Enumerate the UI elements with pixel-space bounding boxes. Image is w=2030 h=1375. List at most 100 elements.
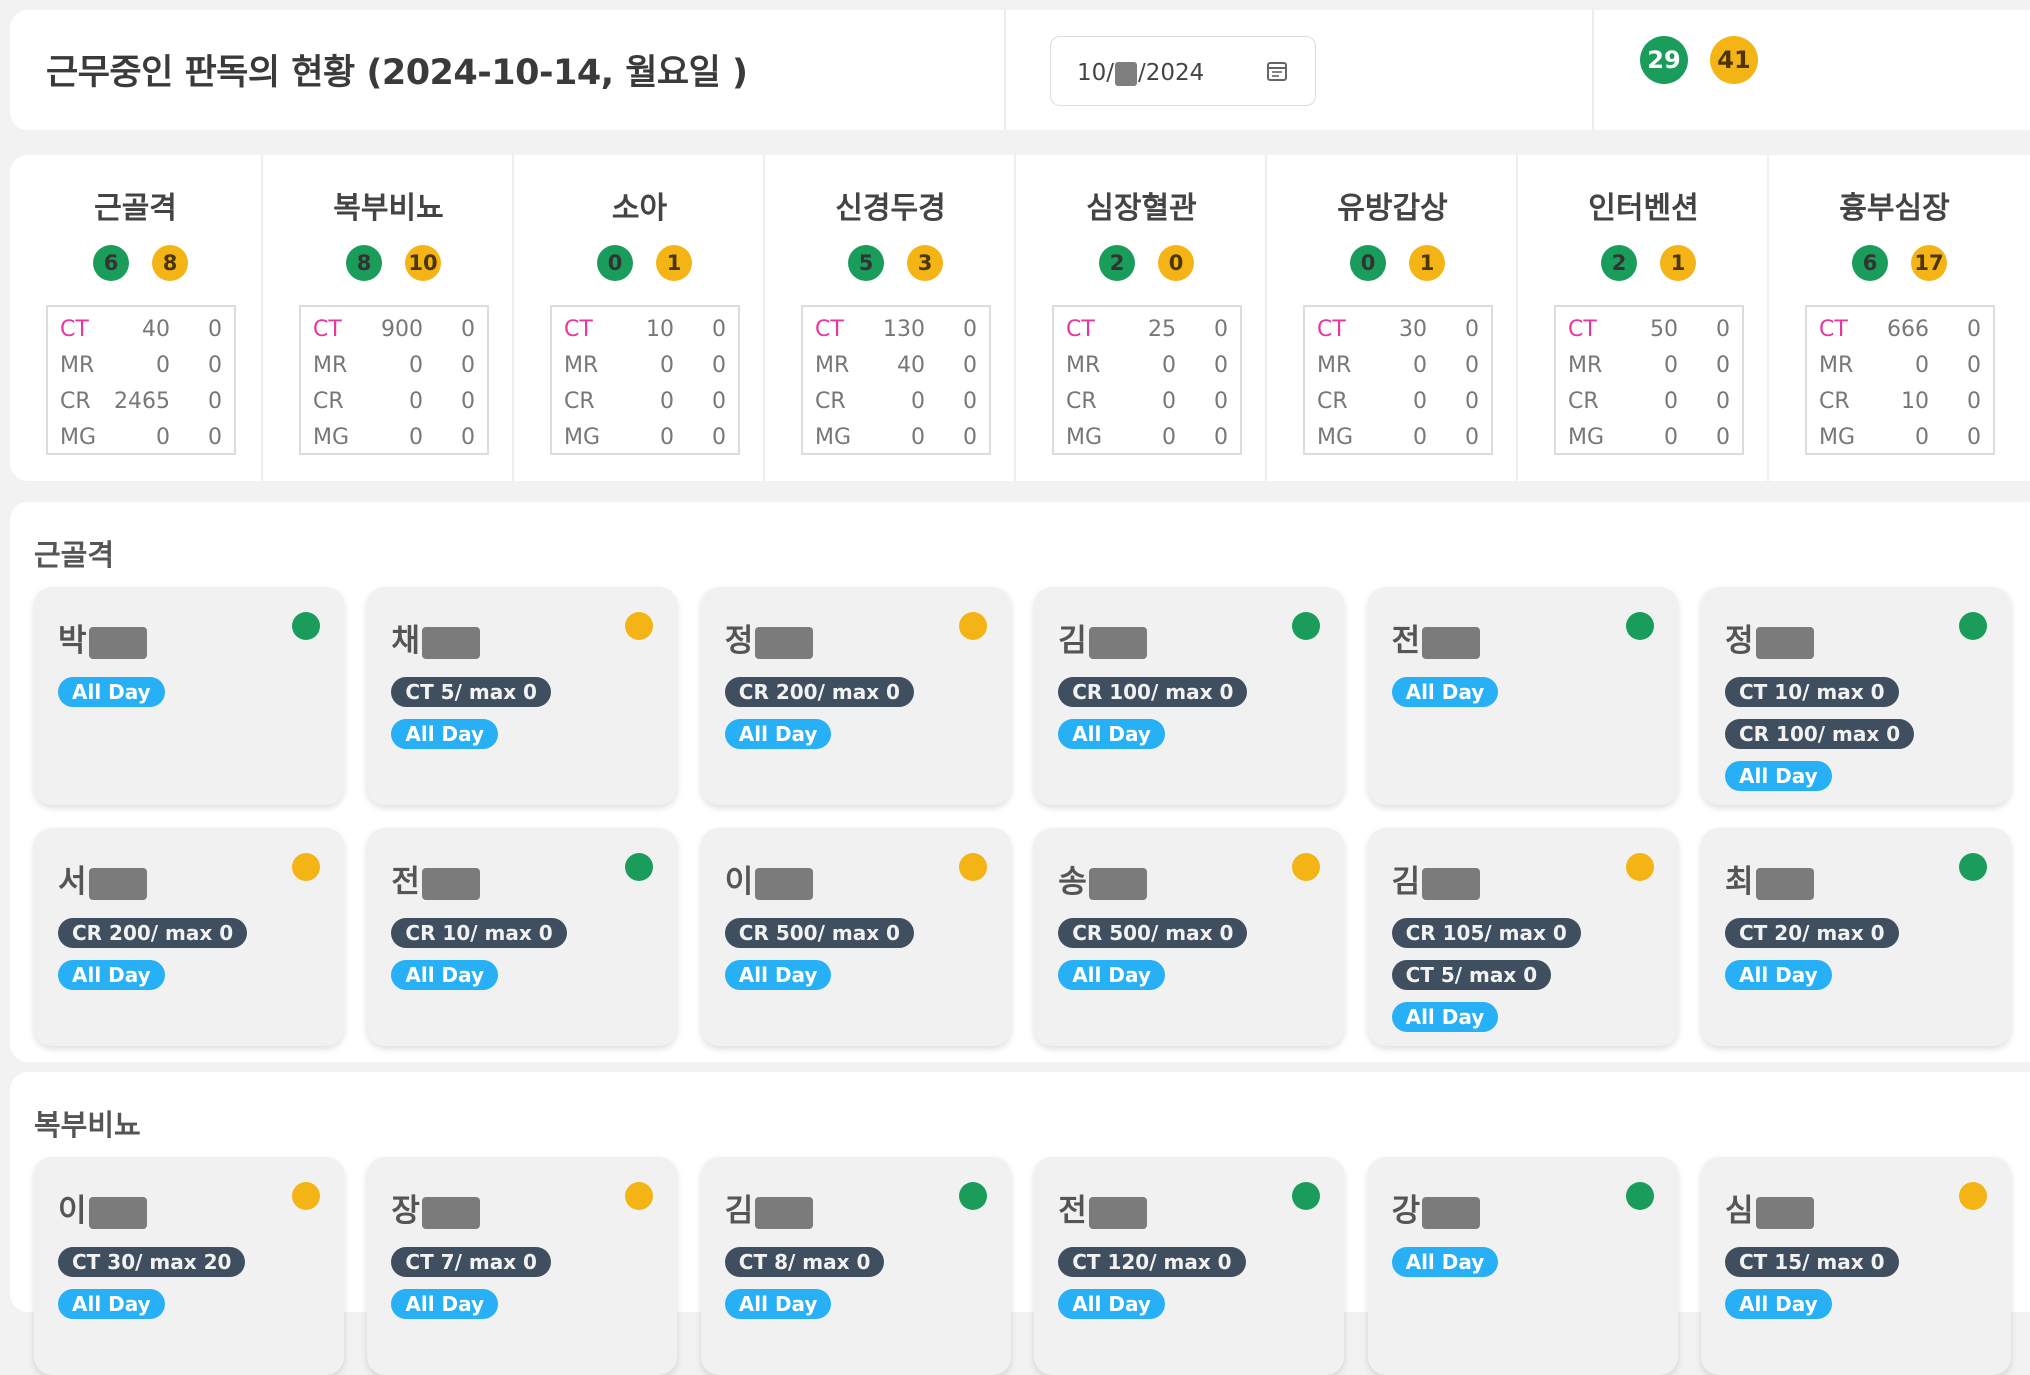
modality-count: 0 — [1915, 353, 1929, 378]
modality-max: 0 — [1967, 425, 1981, 450]
modality-label: MG — [1819, 425, 1856, 450]
radiologist-card[interactable]: 송 CR 500/ max 0 All Day — [1034, 828, 1345, 1046]
modality-max: 0 — [461, 353, 475, 378]
summary-name: 복부비뇨 — [333, 191, 444, 226]
radiologist-card[interactable]: 최 CT 20/ max 0 All Day — [1701, 828, 2011, 1046]
quota-badge: CT 10/ max 0 — [1725, 677, 1899, 707]
radiologist-card[interactable]: 정 CT 10/ max 0 CR 100/ max 0 All Day — [1701, 587, 2011, 805]
modality-label: CT — [564, 317, 593, 342]
radiologist-card[interactable]: 심 CT 15/ max 0 All Day — [1701, 1157, 2011, 1375]
status-dot — [1959, 1182, 1987, 1210]
radiologist-card[interactable]: 이 CT 30/ max 20 All Day — [34, 1157, 344, 1375]
modality-count: 0 — [911, 425, 925, 450]
quota-badge: CT 5/ max 0 — [1391, 960, 1552, 990]
radiologist-card[interactable]: 전 All Day — [1367, 587, 1678, 805]
modality-count: 0 — [1664, 425, 1678, 450]
page-title: 근무중인 판독의 현황 (2024-10-14, 월요일 ) — [46, 53, 748, 93]
radiologist-card[interactable]: 서 CR 200/ max 0 All Day — [34, 828, 344, 1046]
summary-column: 심장혈관 2 0 CT 25 0 MR 0 0 CR 0 0 MG 0 0 — [1014, 155, 1267, 481]
summary-table-row: MG 0 0 — [60, 419, 222, 455]
summary-table-row: CT 25 0 — [1066, 311, 1228, 347]
name-initial: 전 — [1058, 1193, 1087, 1229]
calendar-icon[interactable] — [1265, 59, 1289, 83]
tag-list: CR 105/ max 0 CT 5/ max 0 All Day — [1391, 918, 1654, 1044]
radiologist-card[interactable]: 정 CR 200/ max 0 All Day — [700, 587, 1011, 805]
date-picker[interactable]: 10//2024 — [1050, 36, 1316, 106]
name-initial: 이 — [724, 864, 754, 900]
quota-badge: CR 105/ max 0 — [1391, 918, 1581, 948]
summary-table-row: CT 666 0 — [1819, 311, 1981, 347]
modality-label: MR — [60, 353, 95, 378]
radiologist-card[interactable]: 채 CT 5/ max 0 All Day — [367, 587, 678, 805]
modality-max: 0 — [461, 389, 475, 414]
status-dot — [1625, 612, 1654, 640]
summary-table-row: MR 40 0 — [815, 347, 977, 383]
tag-list: All Day — [1391, 1247, 1654, 1289]
status-dot — [1292, 612, 1321, 640]
modality-max: 0 — [208, 425, 222, 450]
radiologist-card[interactable]: 이 CR 500/ max 0 All Day — [700, 828, 1011, 1046]
modality-count: 0 — [1162, 389, 1176, 414]
summary-yellow-badge: 8 — [152, 245, 188, 281]
status-dot — [292, 612, 320, 640]
name-initial: 김 — [1391, 864, 1421, 900]
radiologist-name: 박 — [58, 615, 147, 660]
redacted-mask — [1115, 61, 1138, 86]
radiologist-card[interactable]: 장 CT 7/ max 0 All Day — [367, 1157, 678, 1375]
radiologist-card[interactable]: 박 All Day — [34, 587, 344, 805]
name-initial: 최 — [1725, 864, 1754, 900]
modality-max: 0 — [1465, 317, 1479, 342]
modality-max: 0 — [712, 317, 726, 342]
summary-table-row: MR 0 0 — [313, 347, 475, 383]
modality-label: CT — [1568, 317, 1597, 342]
modality-count: 0 — [409, 353, 423, 378]
summary-table-row: CR 2465 0 — [60, 383, 222, 419]
all-day-badge: All Day — [391, 1289, 499, 1319]
modality-count: 0 — [1413, 389, 1427, 414]
radiologist-card[interactable]: 전 CR 10/ max 0 All Day — [367, 828, 678, 1046]
summary-table-row: CR 0 0 — [313, 383, 475, 419]
modality-count: 0 — [156, 425, 170, 450]
summary-table-row: MR 0 0 — [1317, 347, 1479, 383]
radiologist-card[interactable]: 강 All Day — [1367, 1157, 1678, 1375]
summary-yellow-badge: 1 — [656, 245, 692, 281]
modality-label: MR — [815, 353, 850, 378]
name-initial: 이 — [58, 1193, 87, 1229]
radiologist-card[interactable]: 전 CT 120/ max 0 All Day — [1034, 1157, 1345, 1375]
modality-count: 666 — [1887, 317, 1929, 342]
modality-max: 0 — [1716, 317, 1730, 342]
tag-list: CR 200/ max 0 All Day — [58, 918, 320, 1002]
summary-table-row: CR 0 0 — [564, 383, 726, 419]
summary-table: CT 666 0 MR 0 0 CR 10 0 MG 0 0 — [1805, 305, 1995, 455]
all-day-badge: All Day — [1058, 719, 1165, 749]
radiologist-card[interactable]: 김 CT 8/ max 0 All Day — [700, 1157, 1011, 1375]
modality-max: 0 — [1214, 425, 1228, 450]
total-yellow-badge: 41 — [1710, 36, 1758, 84]
quota-badge: CT 5/ max 0 — [391, 677, 551, 707]
modality-count: 2465 — [114, 389, 170, 414]
radiologist-card[interactable]: 김 CR 105/ max 0 CT 5/ max 0 All Day — [1367, 828, 1678, 1046]
modality-count: 0 — [1162, 353, 1176, 378]
tag-list: CT 5/ max 0 All Day — [391, 677, 653, 761]
redacted-mask — [421, 626, 480, 659]
modality-max: 0 — [712, 425, 726, 450]
date-value: 10//2024 — [1077, 60, 1205, 86]
modality-max: 0 — [208, 389, 222, 414]
all-day-badge: All Day — [58, 960, 165, 990]
summary-table-row: MG 0 0 — [564, 419, 726, 455]
tag-list: CT 7/ max 0 All Day — [391, 1247, 653, 1331]
redacted-mask — [1422, 867, 1481, 900]
summary-table-row: CR 0 0 — [815, 383, 977, 419]
tag-list: CT 120/ max 0 All Day — [1058, 1247, 1320, 1331]
redacted-mask — [1422, 1196, 1481, 1229]
radiologist-name: 강 — [1392, 1185, 1481, 1230]
radiologist-name: 채 — [391, 615, 480, 660]
summary-name: 흉부심장 — [1839, 191, 1950, 226]
radiologist-card[interactable]: 김 CR 100/ max 0 All Day — [1034, 587, 1345, 805]
status-dot — [1292, 1182, 1321, 1210]
modality-label: CR — [815, 389, 846, 414]
all-day-badge: All Day — [1391, 1002, 1499, 1032]
summary-green-badge: 8 — [346, 245, 382, 281]
summary-column: 유방갑상 0 1 CT 30 0 MR 0 0 CR 0 0 MG 0 0 — [1265, 155, 1518, 481]
status-dot — [292, 853, 320, 881]
